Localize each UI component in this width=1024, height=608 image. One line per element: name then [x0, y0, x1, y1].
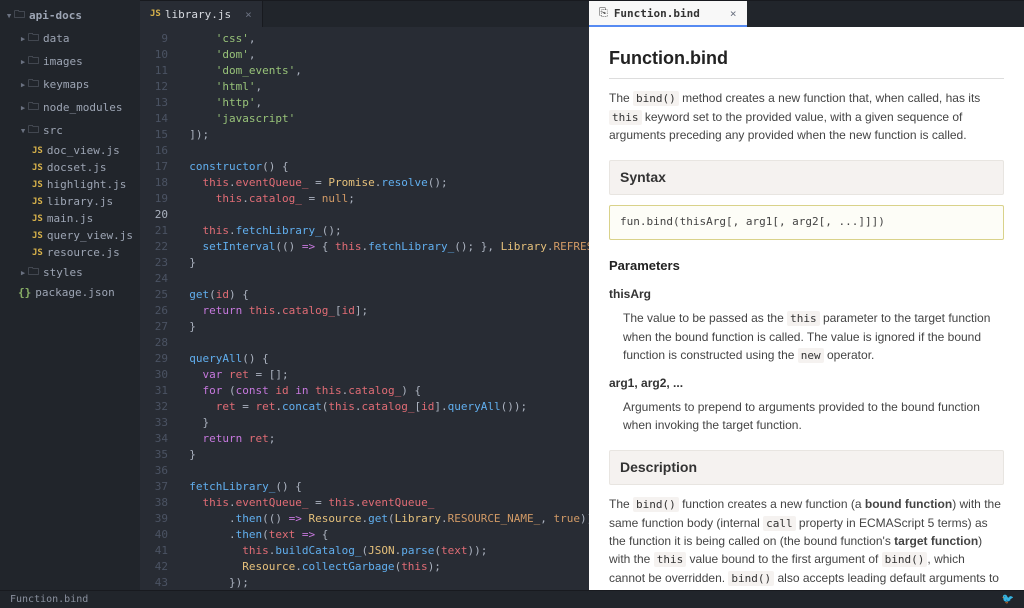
- file-tree[interactable]: ▾🗀api-docs ▸🗀data ▸🗀images ▸🗀keymaps ▸🗀n…: [0, 0, 140, 590]
- tree-folder[interactable]: ▸🗀keymaps: [0, 73, 140, 96]
- doc-param-desc: Arguments to prepend to arguments provid…: [609, 398, 1004, 434]
- editor-tabs: JS library.js ×: [140, 1, 589, 27]
- tree-root-label: api-docs: [29, 9, 82, 22]
- editor-tab[interactable]: JS library.js ×: [140, 1, 263, 27]
- tree-file[interactable]: JSdoc_view.js: [0, 142, 140, 159]
- tree-file[interactable]: JSmain.js: [0, 210, 140, 227]
- statusbar-left: Function.bind: [10, 594, 88, 605]
- tree-folder[interactable]: ▾🗀src: [0, 119, 140, 142]
- doc-intro: The bind() method creates a new function…: [609, 89, 1004, 144]
- doc-title: Function.bind: [609, 45, 1004, 79]
- tree-file[interactable]: JSquery_view.js: [0, 227, 140, 244]
- doc-params-heading: Parameters: [609, 256, 1004, 276]
- tree-root[interactable]: ▾🗀api-docs: [0, 4, 140, 27]
- close-icon[interactable]: ×: [730, 7, 737, 20]
- doc-syntax-code: fun.bind(thisArg[, arg1[, arg2[, ...]]]): [609, 205, 1004, 240]
- line-gutter: 9101112131415161718192021222324252627282…: [140, 27, 176, 590]
- doc-desc-body: The bind() function creates a new functi…: [609, 495, 1004, 590]
- close-icon[interactable]: ×: [245, 8, 252, 21]
- doc-param-desc: The value to be passed as the this param…: [609, 309, 1004, 364]
- editor-pane: JS library.js × 910111213141516171819202…: [140, 0, 589, 590]
- tree-folder[interactable]: ▸🗀styles: [0, 261, 140, 284]
- tree-file[interactable]: JShighlight.js: [0, 176, 140, 193]
- doc-pane: ⎘ Function.bind × Function.bind The bind…: [589, 0, 1024, 590]
- tree-folder[interactable]: ▸🗀images: [0, 50, 140, 73]
- doc-tab[interactable]: ⎘ Function.bind ×: [589, 1, 747, 27]
- doc-tab-icon: ⎘: [599, 6, 608, 20]
- doc-param-name: arg1, arg2, ...: [609, 374, 1004, 392]
- editor-tab-label: library.js: [165, 8, 231, 21]
- doc-syntax-heading: Syntax: [609, 160, 1004, 195]
- doc-desc-heading: Description: [609, 450, 1004, 485]
- doc-tabs: ⎘ Function.bind ×: [589, 1, 1024, 27]
- doc-param-name: thisArg: [609, 285, 1004, 303]
- tree-file[interactable]: JSlibrary.js: [0, 193, 140, 210]
- doc-body[interactable]: Function.bind The bind() method creates …: [589, 27, 1024, 590]
- tree-folder[interactable]: ▸🗀data: [0, 27, 140, 50]
- code-editor[interactable]: 'css', 'dom', 'dom_events', 'html', 'htt…: [176, 27, 589, 590]
- twitter-icon[interactable]: 🐦: [1002, 594, 1014, 605]
- tree-folder[interactable]: ▸🗀node_modules: [0, 96, 140, 119]
- tree-file[interactable]: {}package.json: [0, 284, 140, 301]
- statusbar: Function.bind 🐦: [0, 590, 1024, 608]
- tree-file[interactable]: JSresource.js: [0, 244, 140, 261]
- tree-file[interactable]: JSdocset.js: [0, 159, 140, 176]
- doc-tab-label: Function.bind: [614, 7, 700, 20]
- js-icon: JS: [150, 9, 161, 19]
